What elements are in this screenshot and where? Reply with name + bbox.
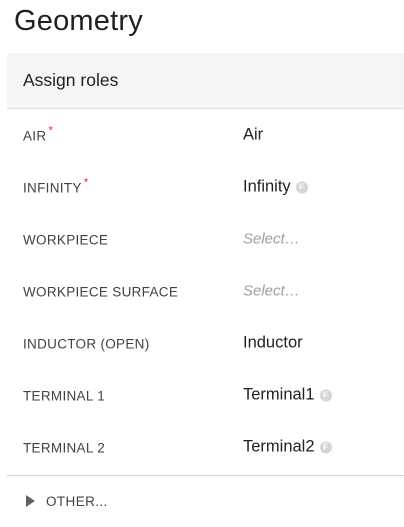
function-badge-icon: F — [319, 389, 332, 401]
role-value-select[interactable]: Select… — [243, 283, 300, 300]
other-expander[interactable]: OTHER... — [7, 476, 404, 526]
other-label: OTHER... — [46, 493, 108, 509]
assign-roles-panel: Assign roles AIR * Air INFINITY * Infinity… — [7, 53, 404, 526]
triangle-right-icon — [26, 495, 35, 507]
role-label: WORKPIECE — [23, 232, 109, 248]
role-value-select[interactable]: Terminal1 F — [243, 386, 332, 405]
role-label: AIR * — [23, 123, 54, 144]
role-value-text: Terminal2 — [243, 437, 315, 456]
role-label: TERMINAL 2 — [23, 440, 106, 456]
role-value-select[interactable]: Air — [243, 126, 263, 145]
role-value-text: Infinity — [243, 177, 291, 196]
role-row-inductor-open: INDUCTOR (OPEN) Inductor — [7, 317, 404, 369]
function-badge-icon: F — [319, 441, 332, 453]
role-row-air: AIR * Air — [7, 109, 404, 161]
page-title: Geometry — [14, 5, 143, 37]
role-value-text: Terminal1 — [243, 385, 315, 404]
role-row-terminal-2: TERMINAL 2 Terminal2 F — [7, 421, 404, 473]
role-value-select[interactable]: Select… — [243, 231, 300, 248]
role-value-select[interactable]: Inductor — [243, 334, 303, 353]
role-label: INFINITY * — [23, 175, 89, 196]
role-value-text: Inductor — [243, 333, 303, 352]
role-value-select[interactable]: Infinity F — [243, 178, 308, 197]
panel-header: Assign roles — [7, 53, 404, 109]
role-row-workpiece: WORKPIECE Select… — [7, 213, 404, 265]
role-value-placeholder: Select… — [243, 230, 300, 248]
role-label: TERMINAL 1 — [23, 388, 106, 404]
function-badge-icon: F — [295, 181, 308, 193]
role-value-placeholder: Select… — [243, 282, 300, 300]
role-row-infinity: INFINITY * Infinity F — [7, 161, 404, 213]
role-label: WORKPIECE SURFACE — [23, 284, 179, 300]
role-value-select[interactable]: Terminal2 F — [243, 438, 332, 457]
required-marker: * — [83, 175, 89, 190]
required-marker: * — [48, 123, 54, 138]
role-label: INDUCTOR (OPEN) — [23, 336, 150, 352]
role-row-workpiece-surface: WORKPIECE SURFACE Select… — [7, 265, 404, 317]
role-list: AIR * Air INFINITY * Infinity F WORKPIECE S… — [7, 109, 404, 473]
role-row-terminal-1: TERMINAL 1 Terminal1 F — [7, 369, 404, 421]
role-value-text: Air — [243, 125, 264, 144]
